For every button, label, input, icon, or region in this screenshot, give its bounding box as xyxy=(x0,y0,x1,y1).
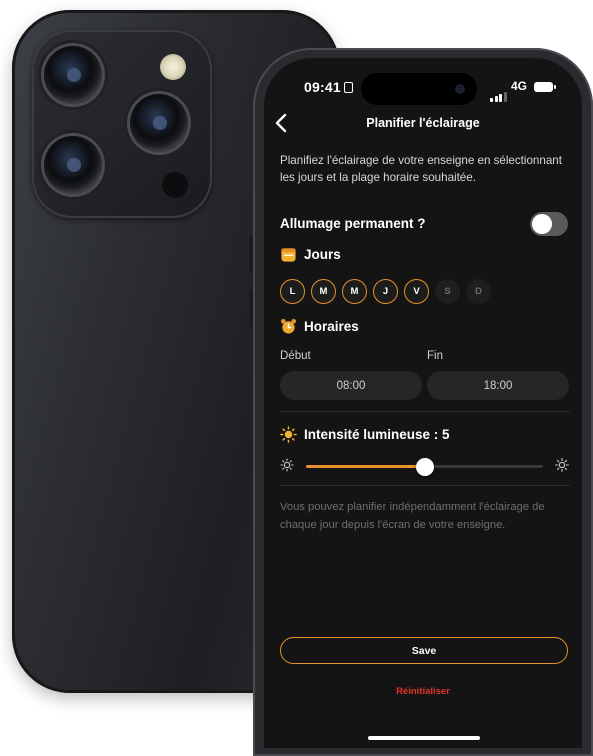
toggle-knob xyxy=(532,214,552,234)
slider-fill xyxy=(306,465,425,468)
start-label: Début xyxy=(280,350,311,362)
camera-module xyxy=(32,30,212,218)
sun-low-icon xyxy=(280,458,294,472)
divider xyxy=(280,485,570,486)
sun-icon xyxy=(280,426,297,443)
page-title: Planifier l'éclairage xyxy=(366,116,480,130)
camera-flash xyxy=(160,54,186,80)
calendar-icon xyxy=(281,248,296,262)
day-selector: L M M J V S D xyxy=(280,279,497,304)
lidar-sensor xyxy=(162,172,188,198)
divider xyxy=(280,411,570,412)
start-time-field[interactable]: 08:00 xyxy=(280,371,422,400)
permanent-row: Allumage permanent ? xyxy=(280,212,570,236)
alarm-clock-icon xyxy=(280,318,297,334)
camera-lens xyxy=(44,136,102,194)
day-thursday[interactable]: J xyxy=(373,279,398,304)
network-type: 4G xyxy=(511,79,528,93)
sim-icon xyxy=(343,82,353,93)
status-bar: 09:41 4G xyxy=(264,58,582,108)
intro-text: Planifiez l'éclairage de votre enseigne … xyxy=(280,154,562,184)
save-button[interactable]: Save xyxy=(280,637,568,664)
nav-bar: Planifier l'éclairage xyxy=(264,113,582,139)
camera-lens xyxy=(44,46,102,104)
end-label: Fin xyxy=(427,350,443,362)
day-sunday[interactable]: D xyxy=(466,279,491,304)
battery-icon xyxy=(534,82,556,92)
days-label: Jours xyxy=(304,247,341,262)
end-time-field[interactable]: 18:00 xyxy=(427,371,569,400)
status-time: 09:41 xyxy=(304,79,353,95)
permanent-toggle[interactable] xyxy=(530,212,568,236)
signal-icon xyxy=(490,84,508,102)
home-indicator xyxy=(368,736,480,740)
camera-lens xyxy=(130,94,188,152)
phone-screen: 09:41 4G Planifier l'éclairage Planifiez… xyxy=(264,58,582,748)
day-wednesday[interactable]: M xyxy=(342,279,367,304)
intensity-slider[interactable] xyxy=(280,456,570,476)
day-friday[interactable]: V xyxy=(404,279,429,304)
days-heading: Jours xyxy=(280,246,341,263)
intensity-heading: Intensité lumineuse : 5 xyxy=(280,426,450,443)
slider-thumb[interactable] xyxy=(415,458,434,476)
sun-high-icon xyxy=(555,458,569,472)
hours-label: Horaires xyxy=(304,319,359,334)
intensity-label: Intensité lumineuse : 5 xyxy=(304,427,450,442)
reset-button[interactable]: Réinitialiser xyxy=(264,686,582,697)
dynamic-island xyxy=(361,73,477,105)
day-monday[interactable]: L xyxy=(280,279,305,304)
day-saturday[interactable]: S xyxy=(435,279,460,304)
day-tuesday[interactable]: M xyxy=(311,279,336,304)
info-note: Vous pouvez planifier indépendamment l'é… xyxy=(280,501,545,531)
permanent-label: Allumage permanent ? xyxy=(280,216,426,231)
hours-heading: Horaires xyxy=(280,318,359,335)
slider-track[interactable] xyxy=(306,458,543,476)
